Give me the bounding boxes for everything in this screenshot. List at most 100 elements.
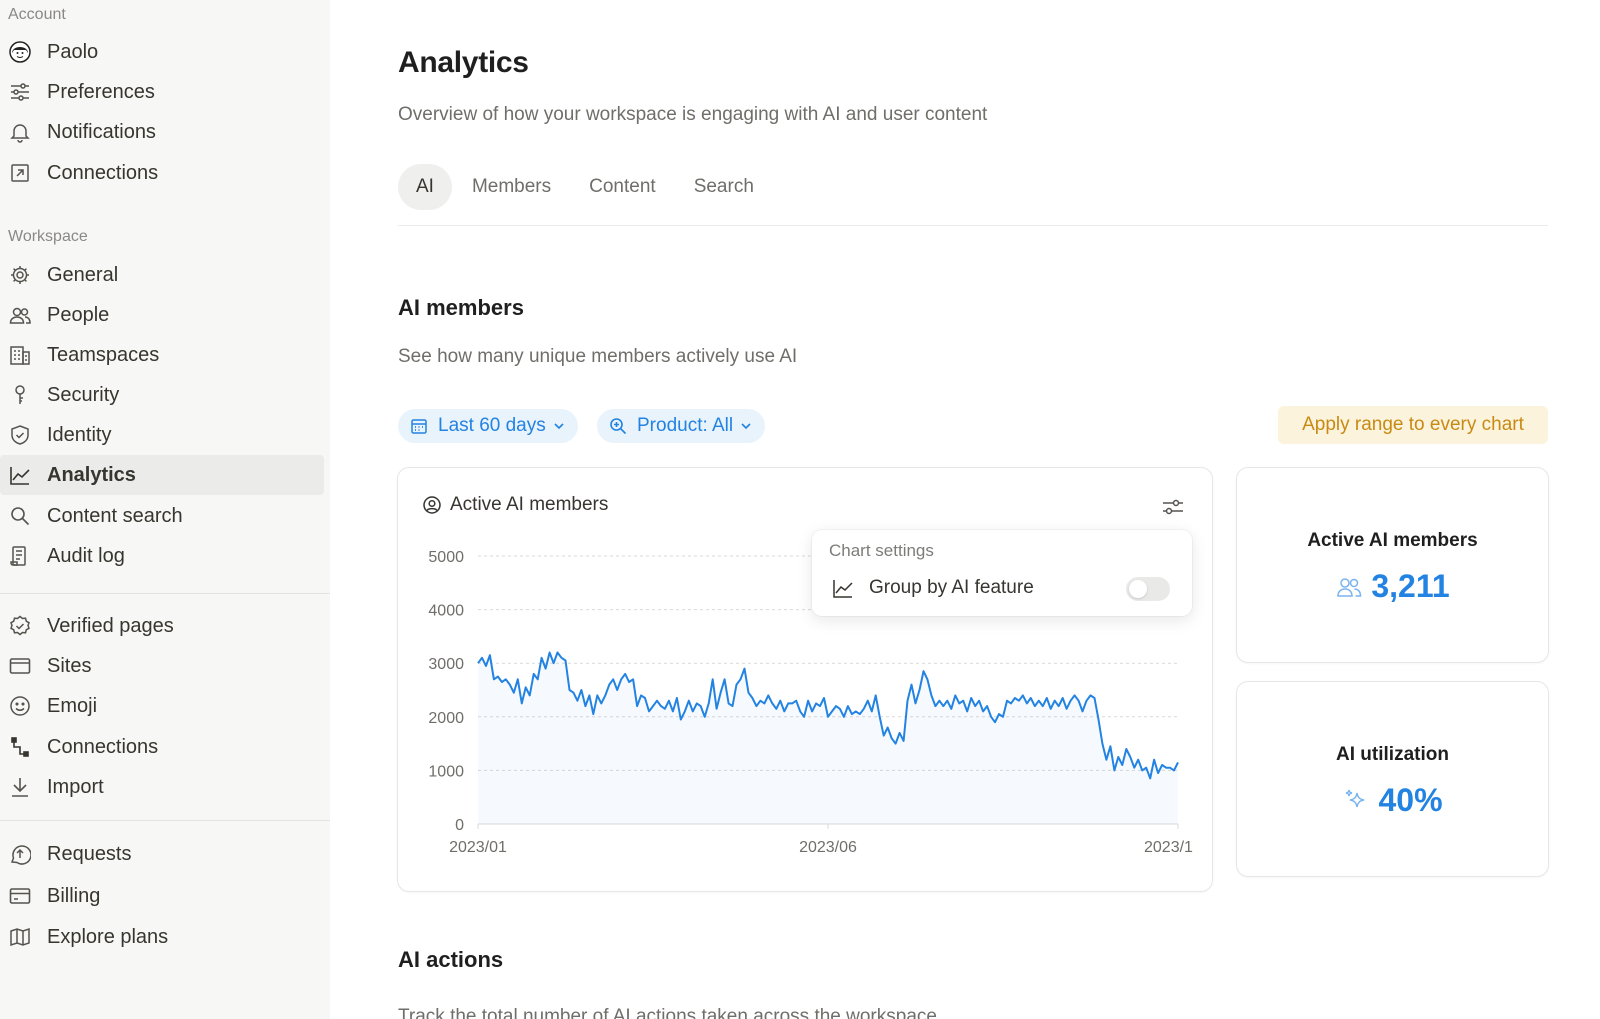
- sidebar-item-label: Billing: [47, 884, 101, 907]
- credit-card-icon: [9, 885, 31, 907]
- y-tick-label: 4000: [428, 603, 464, 620]
- sidebar-item-billing[interactable]: Billing: [0, 876, 324, 916]
- tab-ai[interactable]: AI: [398, 164, 452, 210]
- sidebar-item-requests[interactable]: Requests: [0, 834, 324, 874]
- sidebar-item-verified-pages[interactable]: Verified pages: [0, 606, 324, 646]
- sidebar-item-label: Preferences: [47, 80, 155, 103]
- sidebar-item-notifications[interactable]: Notifications: [0, 112, 324, 152]
- x-tick-label: 2023/06: [799, 839, 857, 856]
- sidebar-item-emoji[interactable]: Emoji: [0, 686, 324, 726]
- browser-window-icon: [9, 655, 31, 677]
- y-tick-label: 5000: [428, 549, 464, 566]
- sidebar-item-security[interactable]: Security: [0, 375, 324, 415]
- sidebar-item-paolo[interactable]: Paolo: [0, 32, 324, 72]
- sparkle-icon: [1346, 789, 1365, 807]
- y-tick-label: 0: [455, 817, 464, 834]
- calendar-icon: [411, 419, 427, 434]
- sidebar-item-connections-workspace[interactable]: Connections: [0, 727, 324, 767]
- x-tick-label: 2023/1: [1144, 839, 1193, 856]
- sidebar-item-label: Emoji: [47, 694, 98, 717]
- chart-settings-popover: Chart settings Group by AI feature: [812, 530, 1192, 616]
- sidebar-item-people[interactable]: People: [0, 295, 324, 335]
- sidebar-item-label: Identity: [47, 423, 112, 446]
- sidebar-item-preferences[interactable]: Preferences: [0, 72, 324, 112]
- sidebar-item-label: Requests: [47, 842, 132, 865]
- chart-title: Active AI members: [450, 494, 609, 515]
- search-icon: [9, 505, 31, 527]
- sidebar-item-label: Content search: [47, 504, 183, 527]
- page-title: Analytics: [398, 46, 529, 79]
- sidebar-item-identity[interactable]: Identity: [0, 415, 324, 455]
- page-subtitle: Overview of how your workspace is engagi…: [398, 104, 988, 125]
- sidebar-item-label: Notifications: [47, 120, 156, 143]
- account-section-label: Account: [8, 6, 66, 23]
- x-tick-label: 2023/01: [449, 839, 507, 856]
- y-tick-label: 1000: [428, 763, 464, 780]
- building-icon: [9, 344, 31, 366]
- stat-value-row: 40%: [1237, 782, 1548, 819]
- sidebar-item-import[interactable]: Import: [0, 767, 324, 807]
- section-subtitle-ai-actions: Track the total number of AI actions tak…: [398, 1006, 937, 1019]
- verified-badge-icon: [9, 615, 31, 637]
- line-chart-icon: [833, 580, 853, 598]
- section-subtitle-ai-members: See how many unique members actively use…: [398, 346, 798, 367]
- line-chart-icon: [9, 464, 31, 486]
- sidebar-item-label: Explore plans: [47, 925, 169, 948]
- sidebar-item-label: Audit log: [47, 544, 125, 567]
- stat-value: 40%: [1378, 782, 1443, 818]
- group-by-feature-label: Group by AI feature: [869, 577, 1034, 598]
- upload-circle-icon: [9, 843, 31, 865]
- date-range-filter[interactable]: Last 60 days: [398, 409, 578, 443]
- sidebar-item-label: Import: [47, 775, 104, 798]
- scroll-icon: [9, 545, 31, 567]
- user-circle-icon: [423, 496, 441, 514]
- sidebar-item-label: General: [47, 263, 119, 286]
- section-title-ai-members: AI members: [398, 295, 524, 320]
- tab-members[interactable]: Members: [454, 164, 569, 210]
- sidebar-item-content-search[interactable]: Content search: [0, 496, 324, 536]
- sidebar-item-teamspaces[interactable]: Teamspaces: [0, 335, 324, 375]
- chart-settings-title: Chart settings: [829, 541, 934, 560]
- stat-title: AI utilization: [1336, 744, 1449, 765]
- sidebar-item-label: Verified pages: [47, 614, 174, 637]
- sidebar-item-explore-plans[interactable]: Explore plans: [0, 917, 324, 957]
- sidebar-item-audit-log[interactable]: Audit log: [0, 536, 324, 576]
- apply-range-button[interactable]: Apply range to every chart: [1278, 406, 1548, 444]
- product-filter[interactable]: Product: All: [597, 409, 766, 443]
- chevron-down-icon: [554, 423, 564, 430]
- tab-search[interactable]: Search: [676, 164, 772, 210]
- stat-value-row: 3,211: [1237, 568, 1548, 605]
- map-icon: [9, 926, 31, 948]
- shield-check-icon: [9, 424, 31, 446]
- sidebar: Account Paolo Preferences Notifications …: [0, 0, 330, 1019]
- sidebar-item-label: People: [47, 303, 110, 326]
- sidebar-item-label: Connections: [47, 735, 159, 758]
- y-tick-label: 2000: [428, 710, 464, 727]
- bell-icon: [9, 121, 31, 143]
- sidebar-divider: [0, 820, 330, 821]
- external-link-box-icon: [9, 162, 31, 184]
- gear-icon: [9, 264, 31, 286]
- product-filter-label: Product: All: [637, 415, 734, 436]
- key-icon: [9, 384, 31, 406]
- avatar-icon: [9, 41, 31, 63]
- sidebar-divider: [0, 593, 330, 594]
- tab-content[interactable]: Content: [571, 164, 674, 210]
- group-by-feature-toggle[interactable]: [1126, 577, 1170, 601]
- workspace-section-label: Workspace: [8, 228, 88, 245]
- sidebar-item-label: Analytics: [47, 463, 136, 486]
- group-by-feature-row[interactable]: Group by AI feature: [832, 571, 1172, 605]
- section-title-ai-actions: AI actions: [398, 947, 504, 972]
- sliders-icon: [1163, 499, 1183, 515]
- analytics-tabs: AI Members Content Search: [398, 164, 774, 210]
- chevron-down-icon: [741, 423, 751, 430]
- stat-card-active-ai-members: Active AI members 3,211: [1236, 467, 1549, 663]
- sidebar-item-label: Sites: [47, 654, 92, 677]
- sidebar-item-general[interactable]: General: [0, 255, 324, 295]
- sidebar-item-sites[interactable]: Sites: [0, 646, 324, 686]
- people-icon: [1337, 577, 1362, 597]
- sidebar-item-analytics[interactable]: Analytics: [0, 455, 324, 495]
- chart-settings-button[interactable]: [1160, 494, 1186, 520]
- tabs-divider: [398, 225, 1548, 226]
- sidebar-item-connections[interactable]: Connections: [0, 153, 324, 193]
